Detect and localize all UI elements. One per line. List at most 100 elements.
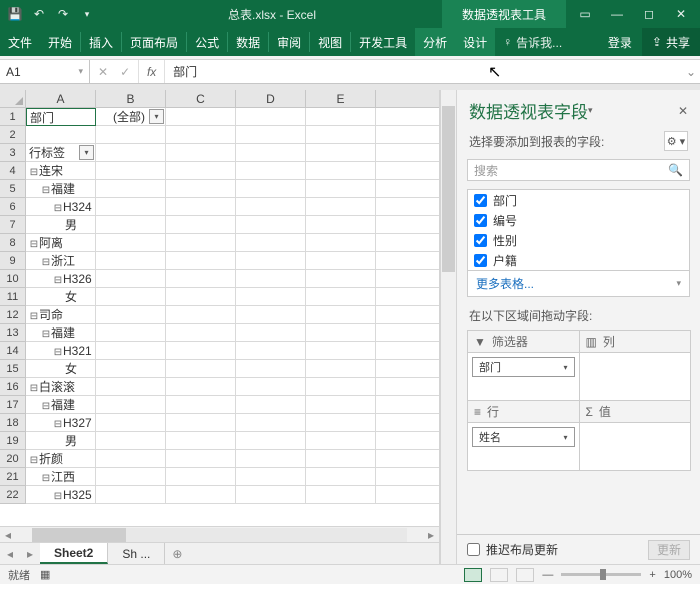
- sheet-tab-other[interactable]: Sh ...: [108, 543, 165, 564]
- cell-A21[interactable]: ⊟江西: [26, 468, 96, 486]
- cell-B2[interactable]: [96, 126, 166, 144]
- cell-E13[interactable]: [306, 324, 376, 342]
- cell-B18[interactable]: [96, 414, 166, 432]
- cell-C12[interactable]: [166, 306, 236, 324]
- filter-pill[interactable]: 部门▾: [472, 357, 575, 377]
- row-2[interactable]: 2: [0, 126, 26, 144]
- formula-input[interactable]: 部门: [165, 60, 682, 83]
- macro-icon[interactable]: ▦: [40, 568, 50, 581]
- cell-B22[interactable]: [96, 486, 166, 504]
- ctx-tab-1[interactable]: 设计: [455, 28, 495, 56]
- cell-C18[interactable]: [166, 414, 236, 432]
- cell-A9[interactable]: ⊟浙江: [26, 252, 96, 270]
- close-pane-icon[interactable]: ✕: [678, 104, 688, 118]
- row-13[interactable]: 13: [0, 324, 26, 342]
- ribbon-options-icon[interactable]: ▭: [570, 3, 600, 25]
- cell-C3[interactable]: [166, 144, 236, 162]
- update-button[interactable]: 更新: [648, 540, 690, 560]
- cancel-icon[interactable]: ✕: [98, 65, 108, 79]
- row-10[interactable]: 10: [0, 270, 26, 288]
- cell-D3[interactable]: [236, 144, 306, 162]
- cell-E14[interactable]: [306, 342, 376, 360]
- cell-A13[interactable]: ⊟福建: [26, 324, 96, 342]
- col-E[interactable]: E: [306, 90, 376, 108]
- tab-7[interactable]: 开发工具: [351, 28, 415, 56]
- field-item[interactable]: 编号: [468, 210, 689, 230]
- cell-B13[interactable]: [96, 324, 166, 342]
- filter-dropdown[interactable]: ▾: [79, 145, 94, 160]
- cell-D11[interactable]: [236, 288, 306, 306]
- cell-D19[interactable]: [236, 432, 306, 450]
- cell-C11[interactable]: [166, 288, 236, 306]
- field-checkbox[interactable]: [474, 194, 487, 207]
- cell-A2[interactable]: [26, 126, 96, 144]
- cell-D16[interactable]: [236, 378, 306, 396]
- cell-E7[interactable]: [306, 216, 376, 234]
- row-12[interactable]: 12: [0, 306, 26, 324]
- name-box[interactable]: A1▾: [0, 60, 90, 83]
- field-item[interactable]: 部门: [468, 190, 689, 210]
- cell-A11[interactable]: 女: [26, 288, 96, 306]
- fx-label[interactable]: fx: [139, 60, 165, 83]
- cell-E15[interactable]: [306, 360, 376, 378]
- cell-C16[interactable]: [166, 378, 236, 396]
- chevron-down-icon[interactable]: ▾: [78, 66, 83, 77]
- cell-E9[interactable]: [306, 252, 376, 270]
- cell-E16[interactable]: [306, 378, 376, 396]
- row-20[interactable]: 20: [0, 450, 26, 468]
- row-11[interactable]: 11: [0, 288, 26, 306]
- cell-A22[interactable]: ⊟H325: [26, 486, 96, 504]
- field-item[interactable]: 户籍: [468, 250, 689, 270]
- search-icon[interactable]: 🔍: [668, 163, 683, 177]
- scroll-thumb[interactable]: [442, 106, 455, 272]
- cell-D10[interactable]: [236, 270, 306, 288]
- cell-A7[interactable]: 男: [26, 216, 96, 234]
- cell-B14[interactable]: [96, 342, 166, 360]
- cell-C6[interactable]: [166, 198, 236, 216]
- cell-A17[interactable]: ⊟福建: [26, 396, 96, 414]
- cell-A6[interactable]: ⊟H324: [26, 198, 96, 216]
- cell-C13[interactable]: [166, 324, 236, 342]
- cell-B9[interactable]: [96, 252, 166, 270]
- cell-D8[interactable]: [236, 234, 306, 252]
- zoom-in[interactable]: +: [649, 569, 655, 581]
- row-17[interactable]: 17: [0, 396, 26, 414]
- cell-E18[interactable]: [306, 414, 376, 432]
- cell-B10[interactable]: [96, 270, 166, 288]
- cell-A1[interactable]: 部门: [26, 108, 96, 126]
- row-5[interactable]: 5: [0, 180, 26, 198]
- cell-B7[interactable]: [96, 216, 166, 234]
- share-button[interactable]: ⇪共享: [642, 28, 700, 56]
- row-14[interactable]: 14: [0, 342, 26, 360]
- cell-C17[interactable]: [166, 396, 236, 414]
- more-tables-link[interactable]: 更多表格...▾: [467, 270, 690, 297]
- cell-A5[interactable]: ⊟福建: [26, 180, 96, 198]
- cell-B4[interactable]: [96, 162, 166, 180]
- columns-area[interactable]: ▥列: [579, 330, 692, 401]
- cell-D17[interactable]: [236, 396, 306, 414]
- field-checkbox[interactable]: [474, 234, 487, 247]
- tell-me[interactable]: ♀告诉我...: [503, 28, 562, 56]
- cell-A10[interactable]: ⊟H326: [26, 270, 96, 288]
- pane-menu-icon[interactable]: ▾: [588, 105, 593, 116]
- sheet-nav-next[interactable]: ▸: [20, 547, 40, 561]
- row-8[interactable]: 8: [0, 234, 26, 252]
- cell-E21[interactable]: [306, 468, 376, 486]
- cell-E22[interactable]: [306, 486, 376, 504]
- cell-B3[interactable]: [96, 144, 166, 162]
- cell-E3[interactable]: [306, 144, 376, 162]
- new-sheet-button[interactable]: ⊕: [165, 547, 189, 561]
- horizontal-scrollbar[interactable]: ◂ ▸: [0, 526, 439, 542]
- tab-5[interactable]: 审阅: [269, 28, 309, 56]
- cell-B6[interactable]: [96, 198, 166, 216]
- cell-C21[interactable]: [166, 468, 236, 486]
- ctx-tab-0[interactable]: 分析: [415, 28, 455, 56]
- tab-file[interactable]: 文件: [0, 28, 40, 56]
- scroll-thumb[interactable]: [32, 528, 126, 542]
- tab-6[interactable]: 视图: [310, 28, 350, 56]
- row-6[interactable]: 6: [0, 198, 26, 216]
- field-item[interactable]: 性别: [468, 230, 689, 250]
- cell-A4[interactable]: ⊟连宋: [26, 162, 96, 180]
- cell-C8[interactable]: [166, 234, 236, 252]
- col-C[interactable]: C: [166, 90, 236, 108]
